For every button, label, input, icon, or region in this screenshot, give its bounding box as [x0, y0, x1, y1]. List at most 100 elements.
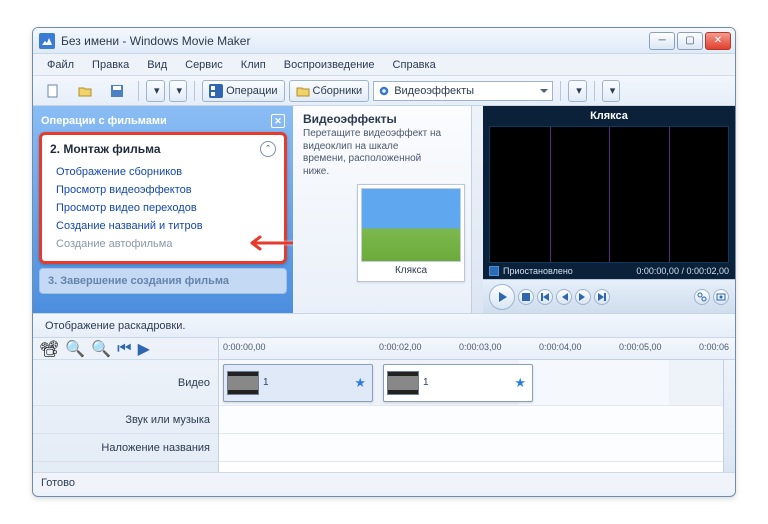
task-section-title: 2. Монтаж фильма — [50, 142, 161, 156]
undo-button[interactable]: ▾ — [146, 80, 165, 102]
timeline-ruler[interactable]: 0:00:00,00 0:00:02,00 0:00:03,00 0:00:04… — [219, 338, 735, 360]
task-create-titles[interactable]: Создание названий и титров — [56, 217, 276, 235]
preview-title: Клякса — [483, 106, 735, 126]
clip-thumb — [387, 371, 419, 395]
effect-star-icon: ★ — [514, 375, 526, 391]
collections-label: Сборники — [313, 85, 363, 97]
menu-clip[interactable]: Клип — [233, 57, 274, 73]
menu-play[interactable]: Воспроизведение — [276, 57, 383, 73]
clip-thumb — [227, 371, 259, 395]
new-button[interactable] — [39, 80, 67, 102]
tl-rewind-icon[interactable]: ⏮ — [117, 340, 131, 358]
split-button[interactable] — [694, 289, 710, 305]
video-track[interactable]: 1 ★ 1 ★ — [219, 360, 735, 406]
snapshot-button[interactable] — [713, 289, 729, 305]
task-section-finish[interactable]: 3. Завершение создания фильма — [39, 268, 287, 294]
maximize-button[interactable]: ▢ — [677, 32, 703, 50]
effect-thumbnail — [361, 188, 461, 262]
menu-file[interactable]: Файл — [39, 57, 82, 73]
tick: 0:00:02,00 — [379, 342, 422, 352]
separator — [138, 81, 139, 101]
task-view-effects[interactable]: Просмотр видеоэффектов — [56, 181, 276, 199]
app-icon — [39, 33, 55, 49]
collection-select[interactable]: Видеоэффекты — [373, 81, 553, 101]
preview-status: Приостановлено — [503, 266, 573, 276]
app-window: Без имени - Windows Movie Maker ─ ▢ ✕ Фа… — [32, 27, 736, 497]
save-button[interactable] — [103, 80, 131, 102]
preview-controls — [483, 279, 735, 313]
preview-statusbar: Приостановлено 0:00:00,00 / 0:00:02,00 — [483, 263, 735, 279]
clip-num: 1 — [263, 377, 269, 388]
effect-star-icon: ★ — [354, 375, 366, 391]
gallery-title: Видеоэффекты — [303, 112, 477, 126]
titlebar: Без имени - Windows Movie Maker ─ ▢ ✕ — [33, 28, 735, 54]
preview-screen[interactable] — [489, 126, 729, 263]
clip-item[interactable]: 1 ★ — [223, 364, 373, 402]
menu-edit[interactable]: Правка — [84, 57, 137, 73]
gallery-scrollbar[interactable] — [471, 106, 483, 313]
preview-panel: Клякса Приостановлено 0:00:00,00 / 0:00:… — [483, 106, 735, 313]
task-view-transitions[interactable]: Просмотр видео переходов — [56, 199, 276, 217]
open-button[interactable] — [71, 80, 99, 102]
status-icon — [489, 266, 499, 276]
clip-item[interactable]: 1 ★ — [383, 364, 533, 402]
separator — [594, 81, 595, 101]
audio-track[interactable] — [219, 406, 735, 434]
tl-play-icon[interactable]: ▶ — [138, 339, 150, 359]
tasks-panel: Операции с фильмами ✕ 2. Монтаж фильма ˆ… — [33, 106, 293, 313]
effect-item[interactable]: Клякса — [357, 184, 465, 282]
minimize-button[interactable]: ─ — [649, 32, 675, 50]
timeline-mode-label[interactable]: Отображение раскадровки. — [45, 320, 185, 332]
collection-select-value: Видеоэффекты — [394, 85, 474, 97]
preview-time: 0:00:00,00 / 0:00:02,00 — [636, 266, 729, 276]
row-label-video: Видео — [33, 360, 218, 406]
timeline: 📽 🔍 🔍 ⏮ ▶ Видео Звук или музыка Наложени… — [33, 338, 735, 472]
next-button[interactable] — [575, 289, 591, 305]
fwd-button[interactable] — [594, 289, 610, 305]
view-button[interactable]: ▾ — [602, 80, 621, 102]
collections-button[interactable]: Сборники — [289, 80, 370, 102]
gallery-subtitle: Перетащите видеоэффект на видеоклип на ш… — [303, 128, 443, 178]
tl-view-icon[interactable]: 📽 — [39, 339, 59, 359]
menu-view[interactable]: Вид — [139, 57, 175, 73]
prev-button[interactable] — [556, 289, 572, 305]
task-show-collections[interactable]: Отображение сборников — [56, 163, 276, 181]
main-area: Операции с фильмами ✕ 2. Монтаж фильма ˆ… — [33, 106, 735, 314]
menu-help[interactable]: Справка — [385, 57, 444, 73]
tick: 0:00:00,00 — [223, 342, 266, 352]
window-buttons: ─ ▢ ✕ — [649, 32, 731, 50]
timeline-toolbar: Отображение раскадровки. — [33, 314, 735, 338]
stop-button[interactable] — [518, 289, 534, 305]
effect-label: Клякса — [395, 265, 427, 278]
close-button[interactable]: ✕ — [705, 32, 731, 50]
task-section-montage: 2. Монтаж фильма ˆ Отображение сборников… — [39, 132, 287, 264]
collapse-icon[interactable]: ˆ — [260, 141, 276, 157]
tick: 0:00:06 — [699, 342, 729, 352]
tasks-close-icon[interactable]: ✕ — [271, 114, 285, 128]
timeline-track-area[interactable]: 0:00:00,00 0:00:02,00 0:00:03,00 0:00:04… — [219, 338, 735, 472]
status-text: Готово — [41, 477, 75, 489]
tl-zoomout-icon[interactable]: 🔍 — [65, 339, 85, 359]
timeline-scrollbar[interactable] — [723, 360, 735, 472]
rewind-button[interactable] — [537, 289, 553, 305]
window-title: Без имени - Windows Movie Maker — [61, 34, 649, 48]
redo-button[interactable]: ▾ — [169, 80, 188, 102]
tasks-button[interactable]: Операции — [202, 80, 284, 102]
import-button[interactable]: ▾ — [568, 80, 587, 102]
tl-zoomin-icon[interactable]: 🔍 — [91, 339, 111, 359]
clip-num: 1 — [423, 377, 429, 388]
separator — [560, 81, 561, 101]
tasks-label: Операции — [226, 85, 277, 97]
separator — [194, 81, 195, 101]
task-automovie[interactable]: Создание автофильма — [56, 235, 276, 253]
task-section-finish-title: 3. Завершение создания фильма — [48, 275, 229, 287]
menu-tools[interactable]: Сервис — [177, 57, 231, 73]
tick: 0:00:03,00 — [459, 342, 502, 352]
row-label-audio: Звук или музыка — [33, 406, 218, 434]
play-button[interactable] — [489, 284, 515, 310]
title-track[interactable] — [219, 434, 735, 462]
tick: 0:00:04,00 — [539, 342, 582, 352]
tasks-header: Операции с фильмами ✕ — [33, 106, 293, 132]
task-list: Отображение сборников Просмотр видеоэффе… — [42, 163, 284, 261]
timeline-tool-icons: 📽 🔍 🔍 ⏮ ▶ — [33, 338, 218, 360]
